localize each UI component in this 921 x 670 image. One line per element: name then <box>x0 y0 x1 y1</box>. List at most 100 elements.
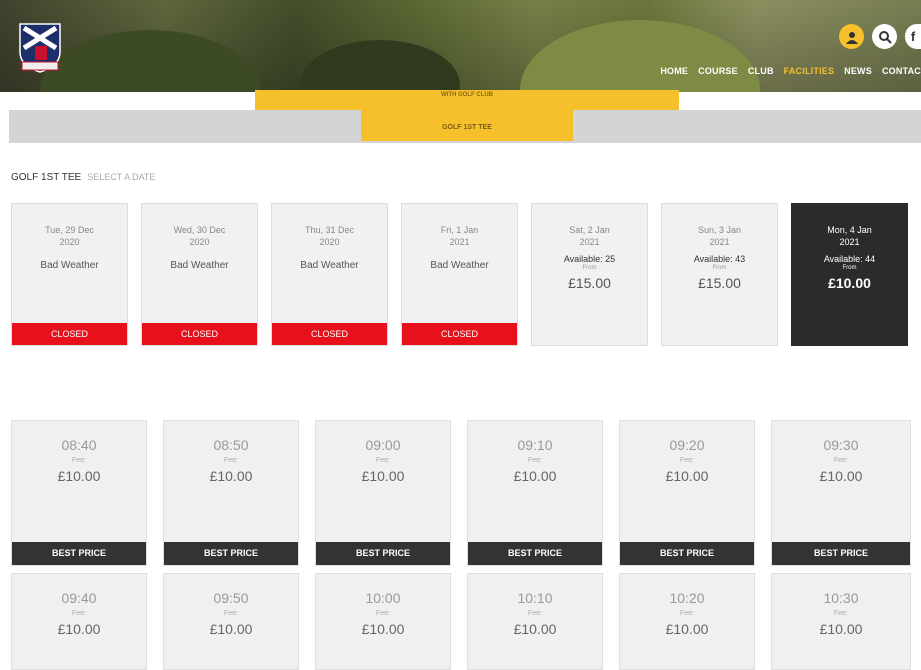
date-card[interactable]: Wed, 30 Dec 2020 Bad Weather CLOSED <box>141 203 258 346</box>
tee-time-slot[interactable]: 09:00 Fee: £10.00 BEST PRICE <box>315 420 451 566</box>
slot-price: £10.00 <box>819 621 863 637</box>
best-price-badge: BEST PRICE <box>316 542 450 565</box>
slot-price: £10.00 <box>57 621 101 637</box>
tee-time-slot[interactable]: 10:00 Fee: £10.00 <box>315 573 451 670</box>
club-crest-logo[interactable] <box>14 18 66 78</box>
from-label: From <box>582 265 597 271</box>
section-heading: GOLF 1ST TEE SELECT A DATE <box>11 172 155 183</box>
submenu-item[interactable]: WITH GOLF CLUB <box>255 90 679 110</box>
closed-badge: CLOSED <box>12 323 127 345</box>
header-scenery-green <box>520 20 760 92</box>
main-nav: HOME COURSE CLUB FACILITIES NEWS CONTAC <box>660 66 921 76</box>
tab-golf-1st-tee[interactable]: GOLF 1ST TEE <box>361 110 573 141</box>
from-price: £15.00 <box>698 275 741 291</box>
date-card-selected[interactable]: Mon, 4 Jan 2021 Available: 44 From £10.0… <box>791 203 908 346</box>
tee-time-slot[interactable]: 10:30 Fee: £10.00 <box>771 573 911 670</box>
tee-time-slot[interactable]: 09:20 Fee: £10.00 BEST PRICE <box>619 420 755 566</box>
slot-price: £10.00 <box>209 468 253 484</box>
slot-price: £10.00 <box>513 621 557 637</box>
nav-facilities[interactable]: FACILITIES <box>784 66 835 76</box>
date-label: Tue, 29 Dec <box>45 225 94 235</box>
date-card[interactable]: Thu, 31 Dec 2020 Bad Weather CLOSED <box>271 203 388 346</box>
fee-label: Fee: <box>679 457 694 464</box>
nav-news[interactable]: NEWS <box>844 66 872 76</box>
from-label: From <box>842 265 857 271</box>
fee-label: Fee: <box>527 457 542 464</box>
slot-price: £10.00 <box>57 468 101 484</box>
fee-label: Fee: <box>527 610 542 617</box>
slot-price: £10.00 <box>665 468 709 484</box>
date-label: Thu, 31 Dec <box>304 225 355 235</box>
availability-count: Available: 43 <box>693 254 746 264</box>
nav-club[interactable]: CLUB <box>748 66 774 76</box>
best-price-badge: BEST PRICE <box>620 542 754 565</box>
slot-time: 09:20 <box>669 437 705 453</box>
weather-status: Bad Weather <box>300 260 359 271</box>
fee-label: Fee: <box>71 610 86 617</box>
best-price-badge: BEST PRICE <box>12 542 146 565</box>
nav-course[interactable]: COURSE <box>698 66 738 76</box>
slot-time: 09:50 <box>213 590 249 606</box>
best-price-badge: BEST PRICE <box>772 542 910 565</box>
date-card[interactable]: Sun, 3 Jan 2021 Available: 43 From £15.0… <box>661 203 778 346</box>
site-header: f HOME COURSE CLUB FACILITIES NEWS CONTA… <box>0 0 921 92</box>
slot-price: £10.00 <box>819 468 863 484</box>
closed-badge: CLOSED <box>272 323 387 345</box>
slot-time: 10:30 <box>823 590 859 606</box>
availability-count: Available: 25 <box>563 254 616 264</box>
availability-count: Available: 44 <box>823 254 876 264</box>
closed-badge: CLOSED <box>142 323 257 345</box>
slot-time: 09:00 <box>365 437 401 453</box>
date-card[interactable]: Fri, 1 Jan 2021 Bad Weather CLOSED <box>401 203 518 346</box>
fee-label: Fee: <box>375 457 390 464</box>
slot-price: £10.00 <box>361 468 405 484</box>
fee-label: Fee: <box>833 457 848 464</box>
date-year: 2020 <box>319 237 340 247</box>
header-scenery-trees <box>300 40 460 92</box>
fee-label: Fee: <box>679 610 694 617</box>
best-price-badge: BEST PRICE <box>164 542 298 565</box>
from-price: £15.00 <box>568 275 611 291</box>
search-icon[interactable] <box>872 24 897 49</box>
tee-time-slot[interactable]: 09:30 Fee: £10.00 BEST PRICE <box>771 420 911 566</box>
section-title: GOLF 1ST TEE <box>11 172 82 183</box>
facebook-icon[interactable]: f <box>905 24 921 49</box>
header-scenery <box>40 30 260 92</box>
weather-status: Bad Weather <box>40 260 99 271</box>
best-price-badge: BEST PRICE <box>468 542 602 565</box>
nav-home[interactable]: HOME <box>660 66 688 76</box>
tee-time-slot[interactable]: 08:40 Fee: £10.00 BEST PRICE <box>11 420 147 566</box>
date-year: 2021 <box>709 237 730 247</box>
date-year: 2021 <box>449 237 470 247</box>
date-year: 2020 <box>59 237 80 247</box>
weather-status: Bad Weather <box>170 260 229 271</box>
closed-badge: CLOSED <box>402 323 517 345</box>
slot-time: 10:20 <box>669 590 705 606</box>
user-icon[interactable] <box>839 24 864 49</box>
slot-time: 10:10 <box>517 590 553 606</box>
slot-price: £10.00 <box>665 621 709 637</box>
tee-time-slot[interactable]: 10:20 Fee: £10.00 <box>619 573 755 670</box>
section-subtitle: SELECT A DATE <box>87 172 156 182</box>
date-card[interactable]: Tue, 29 Dec 2020 Bad Weather CLOSED <box>11 203 128 346</box>
tee-time-slot[interactable]: 09:40 Fee: £10.00 <box>11 573 147 670</box>
slot-time: 09:40 <box>61 590 97 606</box>
date-label: Mon, 4 Jan <box>827 225 872 235</box>
date-label: Sun, 3 Jan <box>697 225 742 235</box>
tee-time-slot[interactable]: 08:50 Fee: £10.00 BEST PRICE <box>163 420 299 566</box>
date-card[interactable]: Sat, 2 Jan 2021 Available: 25 From £15.0… <box>531 203 648 346</box>
slot-time: 09:30 <box>823 437 859 453</box>
tee-time-slot[interactable]: 09:10 Fee: £10.00 BEST PRICE <box>467 420 603 566</box>
fee-label: Fee: <box>375 610 390 617</box>
slot-time: 10:00 <box>365 590 401 606</box>
page-margin <box>0 0 9 670</box>
date-year: 2021 <box>579 237 600 247</box>
tee-time-slot[interactable]: 09:50 Fee: £10.00 <box>163 573 299 670</box>
from-price: £10.00 <box>828 275 871 291</box>
tee-time-slot[interactable]: 10:10 Fee: £10.00 <box>467 573 603 670</box>
nav-contact[interactable]: CONTAC <box>882 66 921 76</box>
date-label: Sat, 2 Jan <box>569 225 610 235</box>
date-year: 2020 <box>189 237 210 247</box>
date-label: Wed, 30 Dec <box>173 225 226 235</box>
from-label: From <box>712 265 727 271</box>
